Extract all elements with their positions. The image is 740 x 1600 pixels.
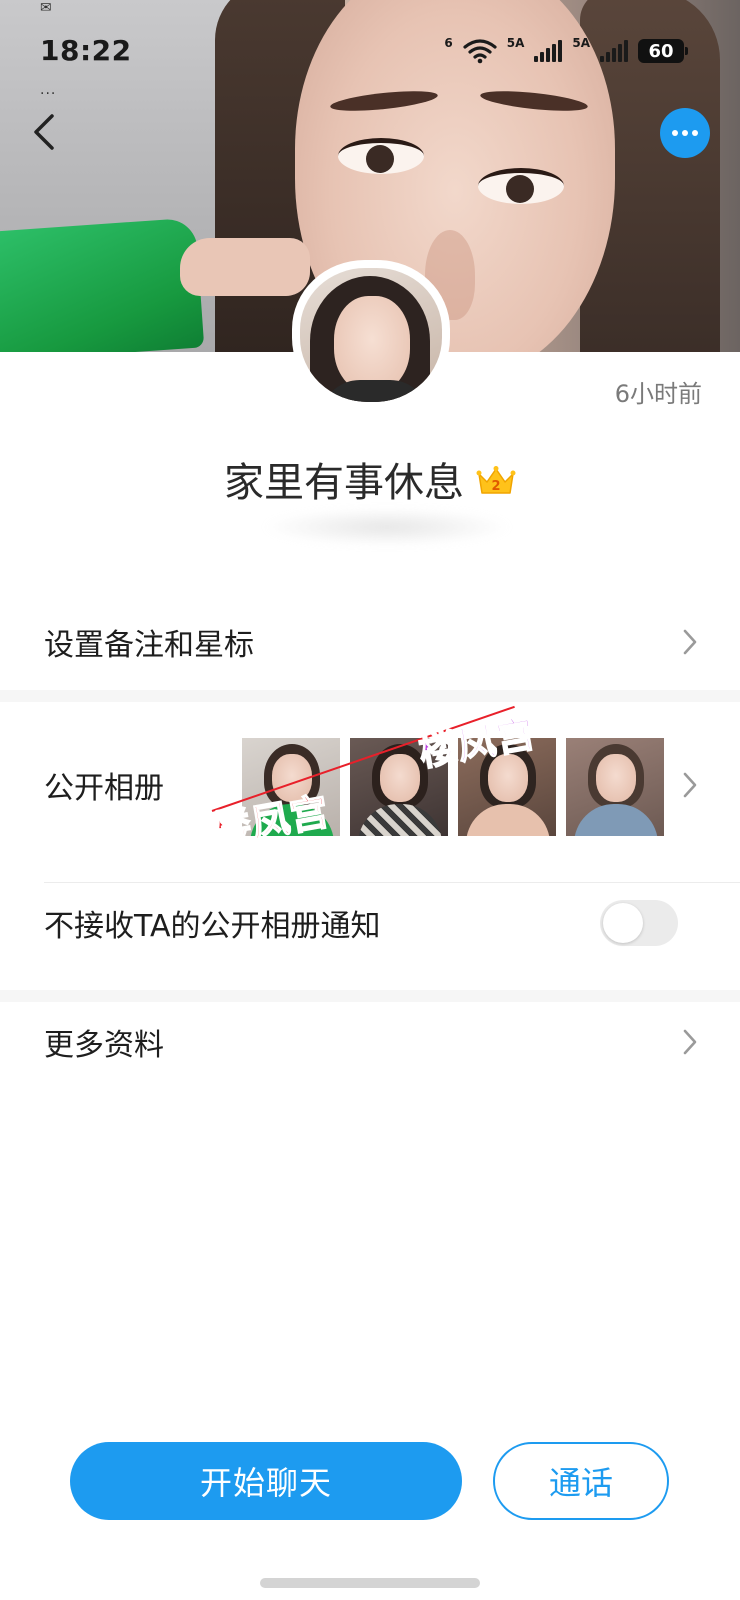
chevron-right-icon — [683, 629, 697, 655]
blurred-user-id — [262, 508, 512, 546]
crown-icon: 2 — [476, 466, 516, 494]
signal2-icon — [600, 40, 628, 62]
chevron-right-icon — [683, 1029, 697, 1055]
profile-name-row: 家里有事休息 2 — [0, 450, 740, 508]
status-bar: ✉ 18:22 ··· 6 5A 5A 60 — [0, 0, 740, 102]
more-info-label: 更多资料 — [44, 1028, 164, 1063]
wifi-icon — [463, 39, 497, 64]
wifi-network-label: 6 — [444, 36, 453, 50]
public-album-row[interactable]: 公开相册 楼凤宫 楼凤宫 — [0, 705, 740, 860]
signal2-label: 5A — [572, 36, 590, 50]
more-options-button[interactable] — [660, 108, 710, 158]
album-notification-label: 不接收TA的公开相册通知 — [44, 909, 381, 944]
back-button[interactable] — [28, 110, 60, 154]
avatar[interactable] — [292, 260, 450, 410]
home-indicator[interactable] — [260, 1578, 480, 1588]
section-divider — [0, 690, 740, 702]
call-button[interactable]: 通话 — [493, 1442, 669, 1520]
chevron-left-icon — [34, 114, 54, 150]
album-label: 公开相册 — [44, 771, 164, 806]
album-thumbnail[interactable] — [566, 738, 664, 836]
remark-and-star-row[interactable]: 设置备注和星标 — [0, 600, 740, 684]
crown-level: 2 — [491, 479, 500, 494]
remark-label: 设置备注和星标 — [44, 628, 254, 663]
more-notifications-icon: ··· — [40, 86, 57, 102]
profile-name: 家里有事休息 — [224, 460, 464, 506]
signal1-label: 5A — [506, 36, 525, 50]
status-time: 18:22 — [40, 34, 132, 67]
more-info-row[interactable]: 更多资料 — [0, 1000, 740, 1084]
album-notification-row: 不接收TA的公开相册通知 — [0, 880, 740, 966]
album-watermark: 楼凤宫 — [209, 788, 333, 853]
start-chat-button[interactable]: 开始聊天 — [70, 1442, 462, 1520]
signal1-icon — [534, 40, 563, 62]
last-seen-time: 6小时前 — [614, 380, 702, 408]
mail-notification-icon: ✉ — [40, 0, 52, 16]
chevron-right-icon — [683, 772, 697, 798]
battery-indicator: 60 — [638, 39, 688, 63]
toggle-knob — [603, 903, 643, 943]
album-notification-toggle[interactable] — [600, 900, 678, 946]
more-dots-icon — [672, 130, 678, 136]
